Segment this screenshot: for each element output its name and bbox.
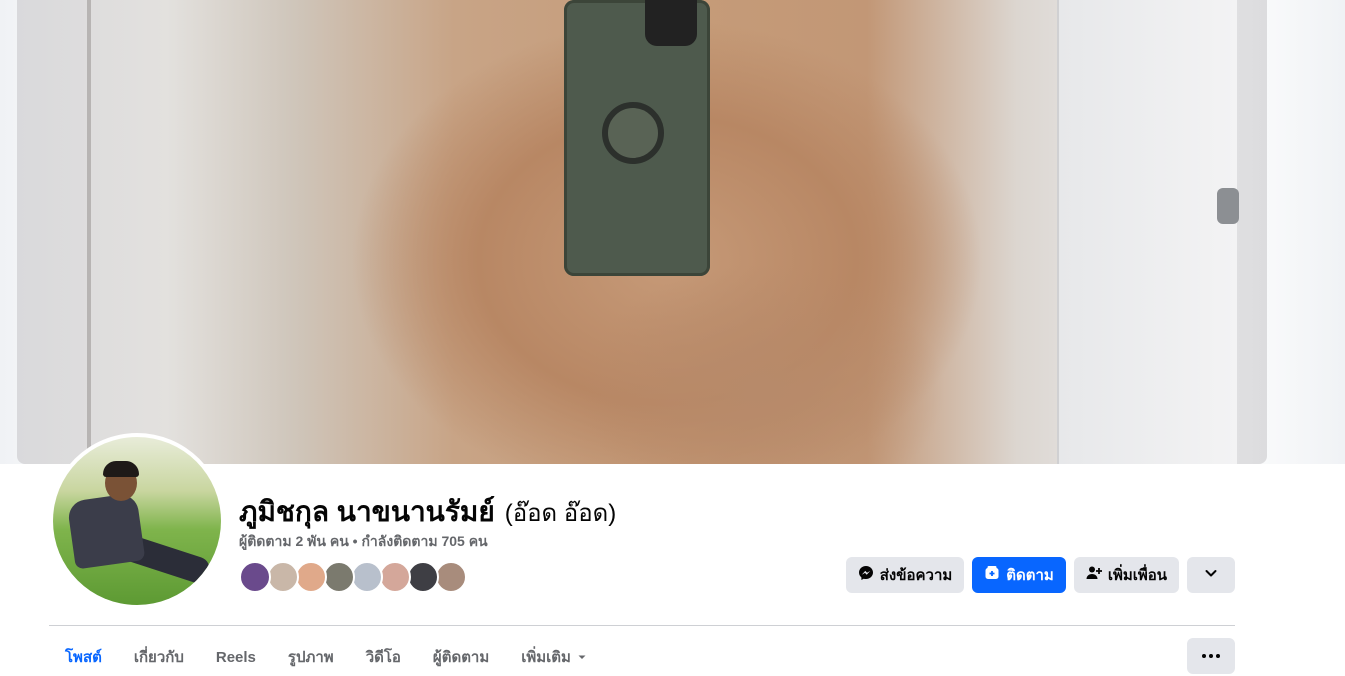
tab-item[interactable]: ผู้ติดตาม	[417, 638, 505, 676]
tab-item[interactable]: เกี่ยวกับ	[118, 638, 200, 676]
tab-item[interactable]: Reels	[200, 638, 272, 676]
follow-icon	[984, 565, 1000, 585]
friend-avatars	[239, 561, 467, 593]
tab-item[interactable]: โพสต์	[49, 638, 118, 676]
profile-name: ภูมิชกุล นาขนานรัมย์	[239, 496, 495, 527]
tab-item[interactable]: วิดีโอ	[350, 638, 417, 676]
tab-label: รูปภาพ	[287, 649, 334, 666]
tab-label: เกี่ยวกับ	[133, 649, 184, 666]
friend-avatar[interactable]	[379, 561, 411, 593]
tab-item[interactable]: รูปภาพ	[272, 638, 350, 676]
messenger-icon	[858, 565, 874, 585]
avatar-figure-hair	[103, 461, 139, 477]
caret-down-icon	[577, 649, 587, 666]
cover-phone-camera	[645, 0, 697, 46]
chevron-down-icon	[1203, 565, 1219, 585]
cover-photo[interactable]	[17, 0, 1267, 464]
friend-avatar[interactable]	[239, 561, 271, 593]
friend-avatar[interactable]	[295, 561, 327, 593]
message-button[interactable]: ส่งข้อความ	[845, 557, 965, 593]
more-dots-icon	[1202, 654, 1220, 658]
tab-label: เพิ่มเติม	[521, 649, 571, 666]
follow-button[interactable]: ติดตาม	[972, 557, 1066, 593]
follow-button-label: ติดตาม	[1006, 567, 1054, 584]
add-friend-icon	[1086, 565, 1102, 585]
add-friend-button[interactable]: เพิ่มเพื่อน	[1073, 557, 1179, 593]
more-options-button[interactable]	[1187, 638, 1235, 674]
friend-avatar[interactable]	[351, 561, 383, 593]
profile-page: ภูมิชกุล นาขนานรัมย์ (อ๊อด อ๊อด) ผู้ติดต…	[0, 0, 1345, 676]
friend-avatar[interactable]	[435, 561, 467, 593]
profile-name-row: ภูมิชกุล นาขนานรัมย์ (อ๊อด อ๊อด)	[239, 490, 616, 534]
message-button-label: ส่งข้อความ	[879, 567, 953, 584]
profile-nickname: (อ๊อด อ๊อด)	[504, 500, 617, 527]
friend-avatar[interactable]	[267, 561, 299, 593]
profile-dropdown-button[interactable]	[1187, 557, 1235, 593]
tab-label: โพสต์	[65, 649, 102, 666]
profile-avatar[interactable]	[53, 437, 221, 605]
avatar-figure-body	[66, 492, 146, 570]
friend-avatar[interactable]	[323, 561, 355, 593]
profile-divider	[49, 625, 1235, 626]
tab-label: ผู้ติดตาม	[432, 649, 490, 666]
add-friend-button-label: เพิ่มเพื่อน	[1107, 567, 1167, 584]
friend-avatar[interactable]	[407, 561, 439, 593]
cover-door	[1057, 0, 1237, 464]
cover-phone-ring	[602, 102, 664, 164]
tab-label: Reels	[215, 648, 256, 666]
cover-mirror-frame	[87, 0, 91, 464]
profile-tabs: โพสต์ เกี่ยวกับ Reels รูปภาพ วิดีโอ ผู้ติดตาม…	[49, 638, 603, 676]
profile-actions: ส่งข้อความ ติดตาม เพิ่มเพื่อน	[845, 557, 1235, 593]
tab-label: วิดีโอ	[365, 649, 401, 666]
tab-item[interactable]: เพิ่มเติม	[505, 638, 603, 676]
cover-door-knob	[1217, 188, 1239, 224]
follower-stats[interactable]: ผู้ติดตาม 2 พัน คน • กำลังติดตาม 705 คน	[239, 531, 488, 553]
